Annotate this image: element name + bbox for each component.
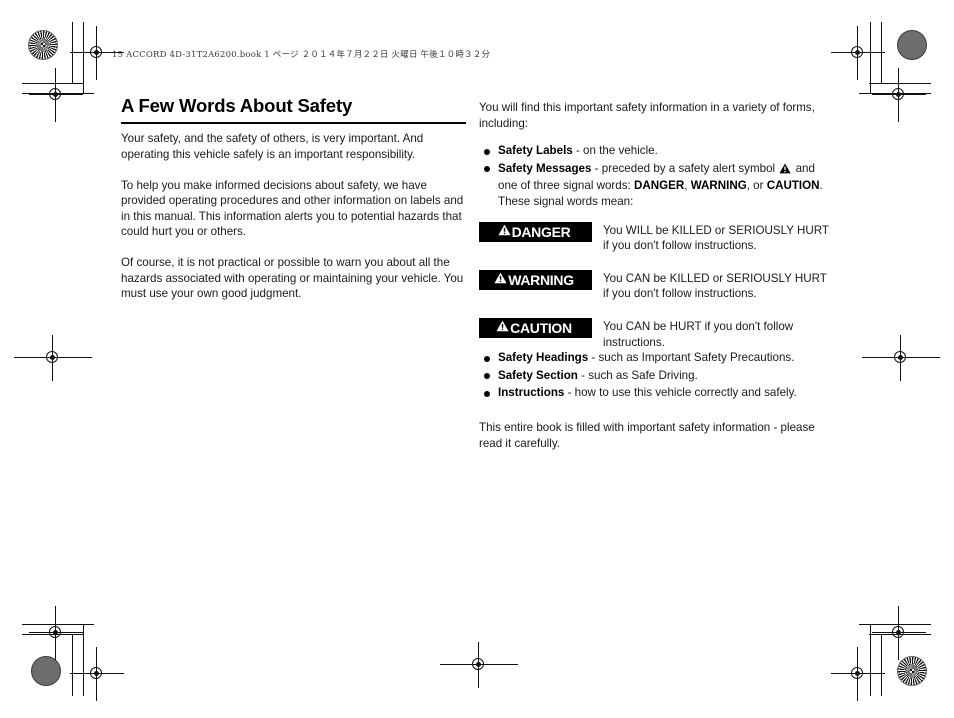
list-item-term: Instructions <box>498 386 565 400</box>
signal-description: You WILL be KILLED or SERIOUSLY HURT if … <box>603 223 829 253</box>
signal-badge-caution: CAUTION <box>479 317 592 338</box>
forms-lead-text: You will find this important safety info… <box>479 101 815 130</box>
signal-description: You CAN be HURT if you don't follow inst… <box>603 319 794 349</box>
list-item-rest: - on the vehicle. <box>572 144 658 158</box>
list-item-rest: - how to use this vehicle correctly and … <box>564 386 797 400</box>
intro-paragraph-2: To help you make informed decisions abou… <box>121 178 464 239</box>
signal-word-warning-inline: WARNING <box>690 179 747 193</box>
solid-density-patch-icon <box>897 30 927 60</box>
safety-alert-triangle-icon <box>497 223 511 241</box>
signal-badge-warning: WARNING <box>479 269 592 290</box>
list-item-rest: - such as Important Safety Precautions. <box>588 351 795 365</box>
registration-target-icon <box>29 606 83 660</box>
trim-mark <box>72 22 73 84</box>
print-slug-line: 15 ACCORD 4D-31T2A6200.book 1 ページ ２０１４年７… <box>112 48 490 60</box>
safety-kinds-list: Safety Headings - such as Important Safe… <box>479 350 829 401</box>
solid-density-patch-icon <box>31 656 61 686</box>
signal-word-caution-inline: CAUTION <box>766 179 820 193</box>
halftone-star-target-icon <box>28 30 58 60</box>
bullet-icon <box>484 373 490 380</box>
halftone-star-target-icon <box>897 656 927 686</box>
registration-target-icon <box>70 647 124 701</box>
intro-paragraph-3: Of course, it is not practical or possib… <box>121 255 464 301</box>
registration-target-icon <box>29 68 83 122</box>
registration-target-icon <box>862 335 940 381</box>
bullet-icon <box>484 355 490 362</box>
list-item-term: Safety Labels <box>498 144 573 158</box>
signal-badge-label: DANGER <box>511 223 571 240</box>
trim-mark <box>72 634 73 696</box>
list-item-rest-before-icon: - preceded by a safety alert symbol <box>591 161 779 175</box>
registration-target-icon <box>872 68 926 122</box>
registration-target-icon <box>831 26 885 80</box>
trim-mark <box>881 22 882 84</box>
list-item-instructions: Instructions - how to use this vehicle c… <box>479 385 829 401</box>
signal-row-caution: CAUTION You CAN be HURT if you don't fol… <box>479 317 829 350</box>
left-column: A Few Words About Safety Your safety, an… <box>121 95 466 302</box>
list-item-safety-labels: Safety Labels - on the vehicle. <box>479 143 829 159</box>
intro-paragraph-1: Your safety, and the safety of others, i… <box>121 132 424 161</box>
print-slug-text: 15 ACCORD 4D-31T2A6200.book 1 ページ ２０１４年７… <box>112 50 491 60</box>
safety-alert-triangle-icon <box>496 319 509 337</box>
signal-badge-label: CAUTION <box>510 319 572 336</box>
safety-forms-list: Safety Labels - on the vehicle. Safety M… <box>479 143 829 209</box>
signal-word-danger-inline: DANGER <box>633 179 685 193</box>
signal-badge-danger: DANGER <box>479 221 592 242</box>
signal-word-definitions: DANGER You WILL be KILLED or SERIOUSLY H… <box>479 221 829 351</box>
safety-alert-triangle-icon <box>494 271 507 289</box>
bullet-icon <box>484 390 490 397</box>
list-item-term: Safety Section <box>498 368 578 382</box>
registration-target-icon <box>70 26 124 80</box>
registration-target-icon <box>14 335 92 381</box>
registration-target-icon <box>872 606 926 660</box>
signal-badge-label: WARNING <box>508 271 574 288</box>
bullet-icon <box>484 148 490 155</box>
manual-page: 15 ACCORD 4D-31T2A6200.book 1 ページ ２０１４年７… <box>0 0 954 718</box>
list-item-safety-section: Safety Section - such as Safe Driving. <box>479 368 829 384</box>
list-item-term: Safety Messages <box>498 161 592 175</box>
list-item-safety-messages: Safety Messages - preceded by a safety a… <box>479 161 829 210</box>
list-item-safety-headings: Safety Headings - such as Important Safe… <box>479 350 829 366</box>
signal-description: You CAN be KILLED or SERIOUSLY HURT if y… <box>603 271 827 301</box>
registration-target-icon <box>440 642 518 688</box>
list-item-term: Safety Headings <box>498 351 589 365</box>
closing-paragraph: This entire book is filled with importan… <box>479 420 815 450</box>
safety-alert-triangle-icon <box>779 163 791 179</box>
list-item-rest: - such as Safe Driving. <box>577 368 698 382</box>
registration-target-icon <box>831 647 885 701</box>
signal-row-warning: WARNING You CAN be KILLED or SERIOUSLY H… <box>479 269 829 302</box>
bullet-icon <box>484 166 490 173</box>
signal-row-danger: DANGER You WILL be KILLED or SERIOUSLY H… <box>479 221 829 254</box>
trim-mark <box>881 634 882 696</box>
right-column: You will find this important safety info… <box>479 100 829 451</box>
page-title: A Few Words About Safety <box>121 95 466 125</box>
